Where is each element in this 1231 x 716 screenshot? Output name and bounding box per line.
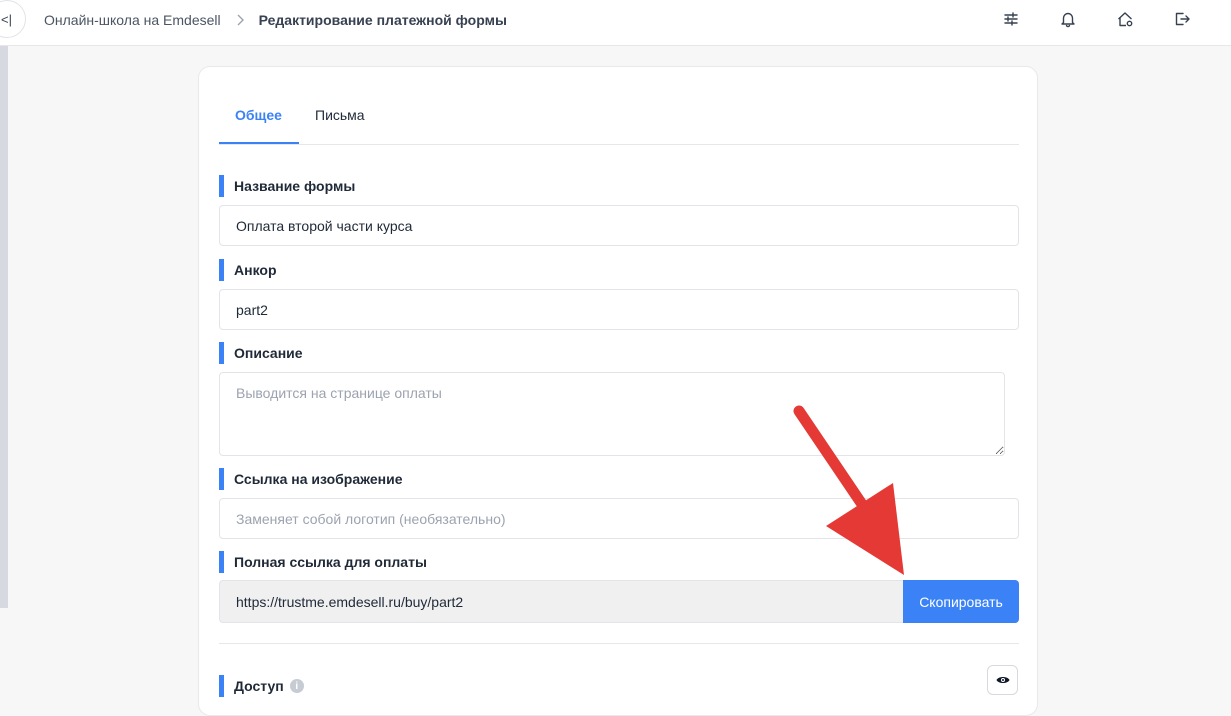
description-label-text: Описание <box>234 345 303 361</box>
image-link-label-text: Ссылка на изображение <box>234 471 403 487</box>
active-tab-indicator <box>219 142 299 144</box>
home-settings-icon[interactable] <box>1116 10 1134 28</box>
tab-general[interactable]: Общее <box>235 107 282 123</box>
access-label-text: Доступ <box>234 678 284 694</box>
chevron-right-icon <box>231 11 249 29</box>
image-link-input[interactable] <box>219 498 1019 539</box>
payment-link-group: https://trustme.emdesell.ru/buy/part2 Ск… <box>219 580 1019 623</box>
description-textarea[interactable] <box>219 372 1005 456</box>
form-name-input[interactable] <box>219 205 1019 246</box>
sidebar-rail <box>0 46 8 608</box>
form-name-label: Название формы <box>219 175 355 197</box>
payment-link-label-text: Полная ссылка для оплаты <box>234 554 427 570</box>
page-title: Редактирование платежной формы <box>258 12 507 28</box>
payment-link-field[interactable]: https://trustme.emdesell.ru/buy/part2 <box>219 580 903 623</box>
logout-icon[interactable] <box>1173 10 1191 28</box>
info-icon[interactable]: i <box>289 679 304 693</box>
payment-form-card: Общее Письма Название формы Анкор Описан… <box>198 66 1038 716</box>
sidebar-collapse-button[interactable]: <| <box>0 0 26 38</box>
breadcrumb: Онлайн-школа на Emdesell Редактирование … <box>44 11 507 29</box>
anchor-label-text: Анкор <box>234 262 277 278</box>
form-name-label-text: Название формы <box>234 178 356 194</box>
preview-toggle-button[interactable] <box>987 665 1018 695</box>
collapse-icon: <| <box>1 11 12 27</box>
tab-letters[interactable]: Письма <box>315 107 365 123</box>
eye-icon <box>996 677 1009 683</box>
tab-bar: Общее Письма <box>219 67 1019 145</box>
access-label: Доступ i <box>219 675 304 697</box>
description-label: Описание <box>219 342 303 364</box>
section-divider <box>219 643 1019 644</box>
bell-icon[interactable] <box>1059 10 1077 28</box>
anchor-label: Анкор <box>219 259 277 281</box>
sliders-icon[interactable] <box>1002 10 1020 28</box>
copy-link-button[interactable]: Скопировать <box>903 580 1019 623</box>
payment-link-label: Полная ссылка для оплаты <box>219 551 427 573</box>
anchor-input[interactable] <box>219 289 1019 330</box>
breadcrumb-school-link[interactable]: Онлайн-школа на Emdesell <box>44 12 221 28</box>
image-link-label: Ссылка на изображение <box>219 468 403 490</box>
top-bar: <| Онлайн-школа на Emdesell Редактирован… <box>0 0 1231 46</box>
